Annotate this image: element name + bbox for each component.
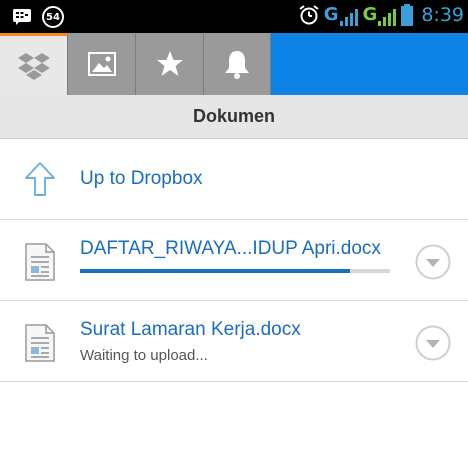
file-name: Surat Lamaran Kerja.docx	[80, 319, 301, 340]
tab-bar	[0, 33, 468, 95]
signal-2: G	[363, 3, 398, 27]
upload-progress-bar	[80, 269, 390, 273]
status-left: 54	[12, 6, 64, 28]
bell-icon	[225, 51, 249, 79]
tab-notifications[interactable]	[204, 33, 271, 95]
up-to-dropbox-label: Up to Dropbox	[80, 168, 203, 189]
signal-bars-icon	[378, 9, 397, 26]
file-name: DAFTAR_RIWAYA...IDUP Apri.docx	[80, 238, 381, 259]
upload-progress-fill	[80, 269, 350, 273]
file-list: Up to Dropbox DAFTAR_RIWAYA...IDUP Apri.…	[0, 139, 468, 382]
list-item[interactable]: Surat Lamaran Kerja.docx Waiting to uplo…	[0, 301, 468, 382]
signal-bars-icon	[339, 9, 358, 26]
network-type-2: G	[362, 4, 378, 25]
chevron-down-icon[interactable]	[415, 325, 451, 361]
dropbox-icon	[17, 52, 50, 80]
page-title: Dokumen	[192, 106, 275, 126]
chevron-down-icon[interactable]	[415, 244, 451, 280]
tab-photos[interactable]	[68, 33, 136, 95]
bbm-icon	[13, 9, 31, 25]
title-bar: Dokumen	[0, 95, 468, 139]
battery-icon	[401, 4, 414, 26]
tab-dropbox[interactable]	[0, 33, 68, 95]
list-item[interactable]: DAFTAR_RIWAYA...IDUP Apri.docx	[0, 220, 468, 301]
star-icon	[156, 51, 183, 76]
network-type-1: G	[323, 4, 339, 25]
photo-icon	[87, 52, 116, 76]
tab-favorites[interactable]	[136, 33, 204, 95]
status-bar: 54 G G 8:39	[0, 0, 468, 33]
status-right: G G 8:39	[298, 3, 464, 27]
document-icon	[25, 243, 55, 281]
alarm-icon	[299, 5, 319, 25]
document-icon	[25, 324, 55, 362]
signal-1: G	[324, 3, 359, 27]
notification-badge: 54	[42, 6, 64, 28]
up-to-dropbox-row[interactable]: Up to Dropbox	[0, 139, 468, 220]
clock: 8:39	[421, 4, 464, 26]
upload-status: Waiting to upload...	[80, 347, 208, 364]
up-arrow-icon	[25, 162, 55, 196]
